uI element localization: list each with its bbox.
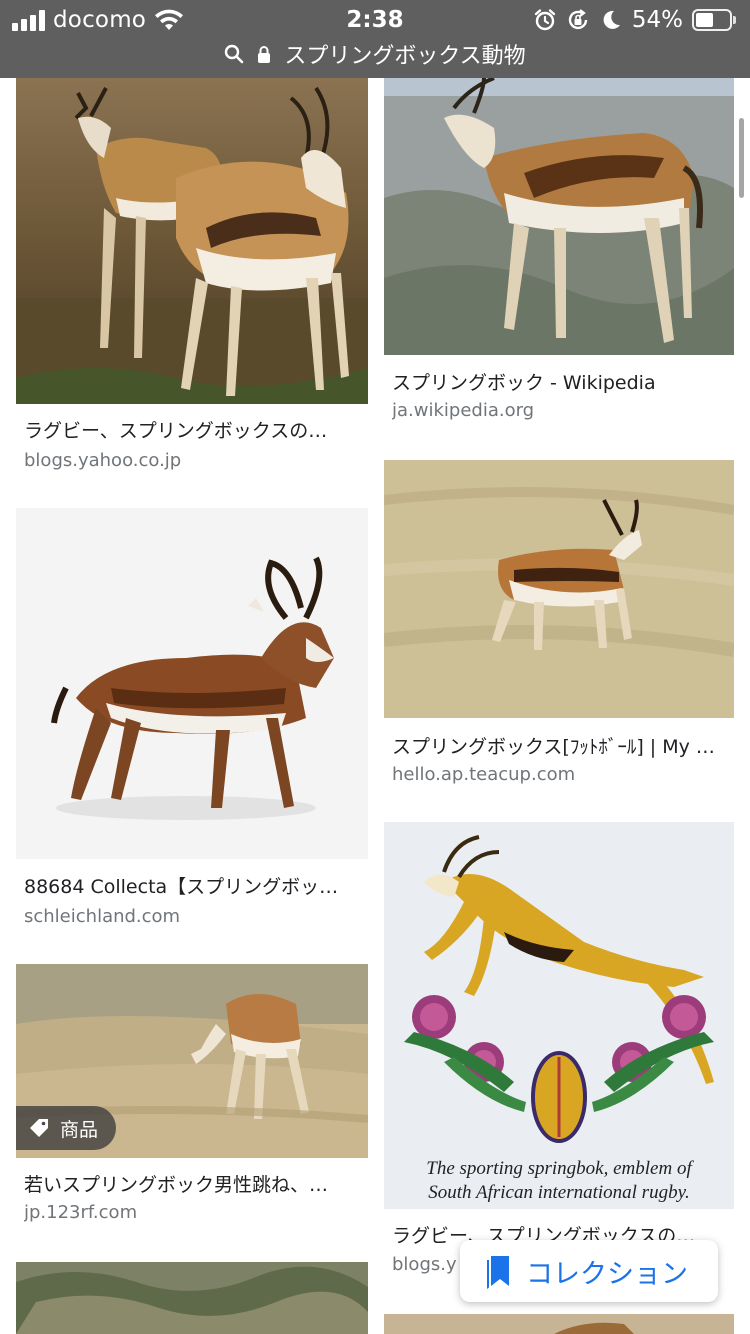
result-title[interactable]: 88684 Collecta【スプリングボッ…	[24, 872, 360, 899]
result-image[interactable]	[384, 78, 734, 355]
battery-icon	[692, 9, 736, 31]
collection-button[interactable]: コレクション	[460, 1240, 718, 1302]
badge-label: 商品	[60, 1118, 99, 1141]
status-right: 54%	[533, 4, 736, 36]
result-image[interactable]	[384, 1314, 734, 1334]
status-bar: docomo 2:38 54% スプリングボックス動物	[0, 0, 750, 78]
result-source: blogs.yahoo.co.jp	[24, 450, 182, 471]
result-source: schleichland.com	[24, 906, 181, 927]
result-card[interactable]	[384, 1314, 734, 1334]
bookmark-icon	[487, 1256, 509, 1289]
search-icon	[225, 44, 244, 64]
lock-icon	[258, 46, 271, 63]
result-card[interactable]: The sporting springbok, emblem of South …	[384, 822, 734, 1282]
result-image[interactable]	[16, 78, 368, 404]
tag-icon	[30, 1119, 48, 1137]
result-title[interactable]: ラグビー、スプリングボックスの…	[24, 416, 360, 443]
result-image[interactable]	[384, 460, 734, 718]
rotation-lock-icon	[568, 9, 588, 30]
search-query: スプリングボックス動物	[284, 44, 526, 69]
result-card[interactable]: 商品 若いスプリングボック男性跳ね、… jp.123rf.com	[16, 964, 368, 1224]
alarm-icon	[534, 9, 556, 31]
result-card[interactable]: スプリングボック - Wikipedia ja.wikipedia.org	[384, 78, 734, 438]
result-card[interactable]: 88684 Collecta【スプリングボッ… schleichland.com	[16, 508, 368, 928]
svg-text:The sporting springbok, emblem: The sporting springbok, emblem of	[426, 1158, 694, 1179]
collection-label: コレクション	[526, 1258, 688, 1290]
result-card[interactable]: スプリングボックス[ﾌｯﾄﾎﾞｰﾙ] | My … hello.ap.teacu…	[384, 460, 734, 800]
moon-icon	[603, 10, 620, 29]
battery-percent: 54%	[631, 7, 683, 33]
product-badge: 商品	[16, 1106, 117, 1150]
result-title[interactable]: スプリングボック - Wikipedia	[392, 368, 726, 395]
result-image[interactable]: The sporting springbok, emblem of South …	[384, 822, 734, 1209]
result-source: ja.wikipedia.org	[392, 400, 535, 421]
svg-text:South African international ru: South African international rugby.	[428, 1182, 689, 1203]
scroll-indicator[interactable]	[739, 118, 744, 198]
result-image[interactable]	[16, 1262, 368, 1334]
result-title[interactable]: スプリングボックス[ﾌｯﾄﾎﾞｰﾙ] | My …	[392, 732, 726, 759]
image-results-grid: ラグビー、スプリングボックスの… blogs.yahoo.co.jp スプリング…	[0, 78, 750, 1334]
address-bar[interactable]: スプリングボックス動物	[0, 36, 750, 72]
result-source: hello.ap.teacup.com	[392, 764, 576, 785]
result-source: jp.123rf.com	[24, 1202, 138, 1223]
result-card[interactable]	[16, 1262, 368, 1334]
result-image[interactable]	[16, 508, 368, 859]
result-card[interactable]: ラグビー、スプリングボックスの… blogs.yahoo.co.jp	[16, 78, 368, 478]
result-title[interactable]: 若いスプリングボック男性跳ね、…	[24, 1170, 360, 1197]
